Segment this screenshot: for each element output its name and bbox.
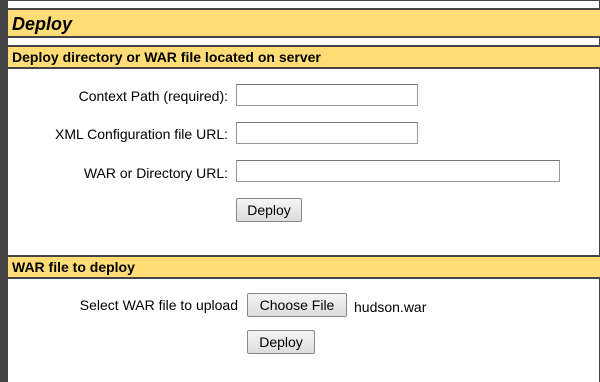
upload-deploy-button[interactable]: Deploy	[247, 330, 315, 354]
xml-config-label: XML Configuration file URL:	[54, 126, 228, 142]
server-deploy-button[interactable]: Deploy	[236, 198, 302, 222]
xml-config-input[interactable]	[236, 122, 418, 144]
context-path-input[interactable]	[236, 84, 418, 106]
war-dir-label: WAR or Directory URL:	[83, 165, 228, 181]
panel-title-bar: Deploy	[8, 8, 600, 38]
upload-section-title: WAR file to deploy	[12, 259, 135, 275]
server-section-header: Deploy directory or WAR file located on …	[8, 45, 600, 69]
upload-section-header: WAR file to deploy	[8, 255, 600, 279]
choose-file-button[interactable]: Choose File	[247, 293, 347, 317]
context-path-label: Context Path (required):	[78, 88, 228, 104]
select-war-label: Select WAR file to upload	[79, 297, 238, 313]
panel-title: Deploy	[12, 14, 73, 34]
war-dir-input[interactable]	[236, 160, 560, 182]
selected-file-name: hudson.war	[354, 299, 427, 315]
server-section-title: Deploy directory or WAR file located on …	[12, 49, 321, 65]
